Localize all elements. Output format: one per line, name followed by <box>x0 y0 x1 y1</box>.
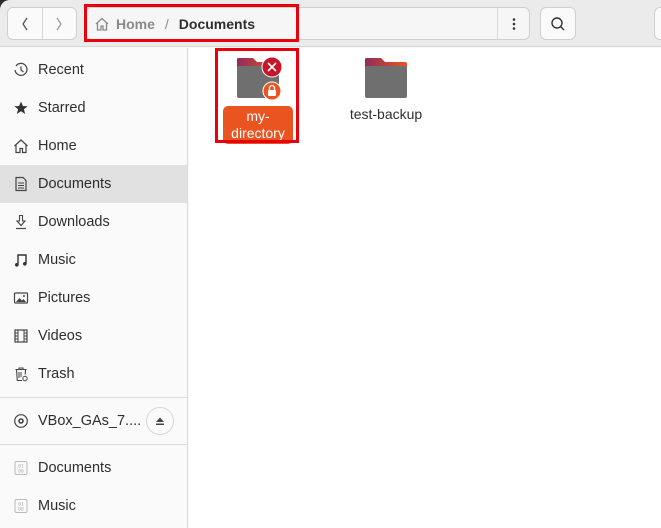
sidebar-item-trash[interactable]: Trash <box>0 355 187 393</box>
sidebar-item-label: Pictures <box>38 290 91 306</box>
search-button[interactable] <box>540 7 576 40</box>
header-bar: Home / Documents <box>0 0 661 47</box>
no-access-emblem-icon <box>261 56 283 78</box>
sidebar-item-documents[interactable]: Documents <box>0 165 187 203</box>
sidebar-item-label: Documents <box>38 460 112 476</box>
breadcrumb-home[interactable]: Home <box>116 16 155 32</box>
binary-file-icon: 01 00 <box>13 498 29 514</box>
sidebar-bookmark-music[interactable]: 01 00 Music <box>0 487 187 525</box>
lock-emblem-icon <box>262 81 282 101</box>
file-name: test-backup <box>349 106 423 122</box>
eject-button[interactable] <box>146 407 174 435</box>
breadcrumb: Home / Documents <box>86 8 497 39</box>
folder-icon <box>237 56 283 101</box>
trash-icon <box>13 366 29 382</box>
file-manager-window: Home / Documents Recent Starred Home Doc… <box>0 0 661 528</box>
navigation-buttons <box>7 7 77 40</box>
sidebar-item-label: Recent <box>38 62 84 78</box>
view-options-button[interactable] <box>654 7 661 40</box>
binary-file-icon: 01 00 <box>13 460 29 476</box>
folder-my-directory[interactable]: my-directory <box>220 56 296 144</box>
sidebar-separator <box>0 397 187 398</box>
sidebar-item-label: Music <box>38 498 76 514</box>
sidebar-item-label: Videos <box>38 328 83 344</box>
sidebar-item-starred[interactable]: Starred <box>0 89 187 127</box>
sidebar-item-label: VBox_GAs_7.... <box>38 413 142 429</box>
sidebar-item-label: Documents <box>38 176 112 192</box>
file-view: my-directory test-backup <box>189 48 661 528</box>
chevron-right-icon <box>56 17 63 30</box>
svg-text:00: 00 <box>18 469 24 475</box>
folder-test-backup[interactable]: test-backup <box>345 56 427 123</box>
sidebar-separator <box>0 444 187 445</box>
sidebar-item-music[interactable]: Music <box>0 241 187 279</box>
sidebar-item-label: Music <box>38 252 76 268</box>
chevron-left-icon <box>21 17 28 30</box>
breadcrumb-separator: / <box>164 15 169 32</box>
disc-icon <box>13 413 29 429</box>
star-icon <box>13 100 29 116</box>
clock-icon <box>13 62 29 78</box>
download-icon <box>13 214 29 230</box>
back-button[interactable] <box>8 8 42 39</box>
sidebar-bookmark-documents[interactable]: 01 00 Documents <box>0 449 187 487</box>
sidebar-item-label: Downloads <box>38 214 110 230</box>
sidebar-item-label: Starred <box>38 100 86 116</box>
sidebar-item-recent[interactable]: Recent <box>0 51 187 89</box>
home-icon[interactable] <box>94 16 110 32</box>
sidebar-item-videos[interactable]: Videos <box>0 317 187 355</box>
sidebar-item-home[interactable]: Home <box>0 127 187 165</box>
sidebar-item-label: Trash <box>38 366 75 382</box>
svg-text:00: 00 <box>18 507 24 513</box>
forward-button[interactable] <box>41 8 77 39</box>
breadcrumb-documents[interactable]: Documents <box>179 16 255 32</box>
home-icon <box>13 138 29 154</box>
path-menu-button[interactable] <box>497 8 529 39</box>
vertical-dots-icon <box>512 17 515 30</box>
document-icon <box>13 176 29 192</box>
sidebar-item-downloads[interactable]: Downloads <box>0 203 187 241</box>
sidebar-item-label: Home <box>38 138 77 154</box>
folder-icon <box>365 58 407 98</box>
music-icon <box>13 252 29 268</box>
eject-icon <box>156 417 164 425</box>
picture-icon <box>13 290 29 306</box>
path-bar: Home / Documents <box>85 7 530 40</box>
sidebar: Recent Starred Home Documents Downloads … <box>0 48 188 528</box>
file-name: my-directory <box>223 106 293 144</box>
film-icon <box>13 328 29 344</box>
search-icon <box>551 16 565 30</box>
sidebar-item-pictures[interactable]: Pictures <box>0 279 187 317</box>
